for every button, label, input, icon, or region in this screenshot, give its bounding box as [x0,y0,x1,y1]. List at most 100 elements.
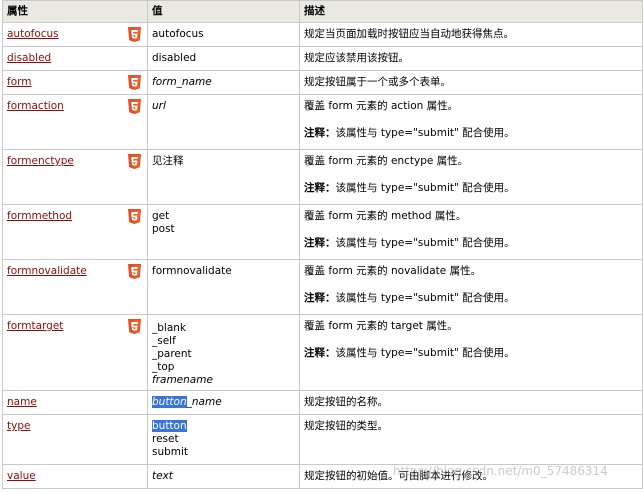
description-text: 覆盖 form 元素的 enctype 属性。 [304,155,469,167]
table-row: formnovalidate formnovalidate 覆盖 form 元素… [2,259,643,315]
attr-link-name[interactable]: name [7,396,37,408]
attr-link-type[interactable]: type [7,420,30,432]
html5-icon [128,154,141,169]
header-value: 值 [147,0,300,23]
note-text: 该属性与 type="submit" 配合使用。 [335,127,515,139]
value-text-selected[interactable]: button [152,396,187,408]
note-label: 注释： [304,347,336,359]
note-label: 注释： [304,127,336,139]
value-text: autofocus [152,28,204,40]
value-text: _name [186,396,222,408]
description-cell: 规定按钮的初始值。可由脚本进行修改。 [299,464,643,489]
attribute-table: 属性 值 描述 autofocus autofocus 规定当页面加载时按钮应当… [2,0,643,489]
description-cell: 覆盖 form 元素的 action 属性。 注释：该属性与 type="sub… [299,94,643,150]
value-text: url [152,100,166,112]
attr-link-formaction[interactable]: formaction [7,100,64,112]
value-text-selected[interactable]: button [152,420,187,432]
value-text: form_name [152,76,212,88]
value-cell: disabled [147,46,300,71]
value-cell: autofocus [147,22,300,47]
html5-icon [128,209,141,224]
html5-icon [128,264,141,279]
attr-link-form[interactable]: form [7,76,31,88]
usage-note: 注释：该属性与 type="submit" 配合使用。 [304,347,638,360]
header-row: 属性 值 描述 [2,0,643,23]
attribute-cell: autofocus [2,22,148,47]
value-cell: formnovalidate [147,259,300,315]
attribute-cell: formnovalidate [2,259,148,315]
table-row: name button_name 规定按钮的名称。 [2,390,643,415]
description-text: 覆盖 form 元素的 action 属性。 [304,100,459,112]
header-attribute: 属性 [2,0,148,23]
description-cell: 规定应该禁用该按钮。 [299,46,643,71]
value-cell: get post [147,204,300,260]
attr-link-formenctype[interactable]: formenctype [7,155,74,167]
value-cell: url [147,94,300,150]
value-text: _self [152,335,176,347]
attribute-cell: type [2,414,148,465]
table-row: form form_name 规定按钮属于一个或多个表单。 [2,70,643,95]
description-cell: 覆盖 form 元素的 enctype 属性。 注释：该属性与 type="su… [299,149,643,205]
attribute-cell: value [2,464,148,489]
attribute-cell: formtarget [2,314,148,391]
table-row: type button reset submit 规定按钮的类型。 [2,414,643,465]
value-text: _parent [152,348,192,360]
value-cell: text [147,464,300,489]
html5-icon [128,99,141,114]
attribute-cell: formaction [2,94,148,150]
note-label: 注释： [304,292,336,304]
value-cell: form_name [147,70,300,95]
attribute-cell: form [2,70,148,95]
value-text: 见注释 [152,155,184,167]
value-text: reset [152,433,179,445]
note-text: 该属性与 type="submit" 配合使用。 [335,347,515,359]
attr-link-formnovalidate[interactable]: formnovalidate [7,265,87,277]
table-row: disabled disabled 规定应该禁用该按钮。 [2,46,643,71]
value-text: _top [152,361,175,373]
attr-link-formtarget[interactable]: formtarget [7,320,63,332]
attr-link-formmethod[interactable]: formmethod [7,210,72,222]
value-text: post [152,223,175,235]
description-text: 覆盖 form 元素的 method 属性。 [304,210,467,222]
table-row: formmethod get post 覆盖 form 元素的 method 属… [2,204,643,260]
note-label: 注释： [304,237,336,249]
note-text: 该属性与 type="submit" 配合使用。 [335,182,515,194]
attribute-cell: formenctype [2,149,148,205]
note-label: 注释： [304,182,336,194]
usage-note: 注释：该属性与 type="submit" 配合使用。 [304,182,638,195]
attr-link-value[interactable]: value [7,470,36,482]
note-text: 该属性与 type="submit" 配合使用。 [335,292,515,304]
value-text: formnovalidate [152,265,232,277]
html5-icon [128,75,141,90]
usage-note: 注释：该属性与 type="submit" 配合使用。 [304,127,638,140]
table-row: value text 规定按钮的初始值。可由脚本进行修改。 [2,464,643,489]
value-text: submit [152,446,189,458]
usage-note: 注释：该属性与 type="submit" 配合使用。 [304,237,638,250]
description-cell: 覆盖 form 元素的 novalidate 属性。 注释：该属性与 type=… [299,259,643,315]
table-row: formaction url 覆盖 form 元素的 action 属性。 注释… [2,94,643,150]
value-cell: 见注释 [147,149,300,205]
value-text: framename [152,374,213,386]
html5-icon [128,319,141,334]
description-cell: 规定按钮的名称。 [299,390,643,415]
value-text: _blank [152,322,187,334]
note-text: 该属性与 type="submit" 配合使用。 [335,237,515,249]
table-row: autofocus autofocus 规定当页面加载时按钮应当自动地获得焦点。 [2,22,643,47]
attribute-cell: disabled [2,46,148,71]
value-text: disabled [152,52,197,64]
description-cell: 覆盖 form 元素的 target 属性。 注释：该属性与 type="sub… [299,314,643,391]
value-cell: button reset submit [147,414,300,465]
usage-note: 注释：该属性与 type="submit" 配合使用。 [304,292,638,305]
attr-link-autofocus[interactable]: autofocus [7,28,59,40]
attr-link-disabled[interactable]: disabled [7,52,51,64]
html5-icon [128,27,141,42]
value-text: get [152,210,170,222]
value-cell: button_name [147,390,300,415]
header-description: 描述 [299,0,643,23]
description-cell: 规定按钮的类型。 [299,414,643,465]
attribute-cell: formmethod [2,204,148,260]
table-row: formtarget _blank _self _parent _top fra… [2,314,643,391]
description-cell: 规定当页面加载时按钮应当自动地获得焦点。 [299,22,643,47]
value-text: text [152,470,173,482]
description-cell: 覆盖 form 元素的 method 属性。 注释：该属性与 type="sub… [299,204,643,260]
